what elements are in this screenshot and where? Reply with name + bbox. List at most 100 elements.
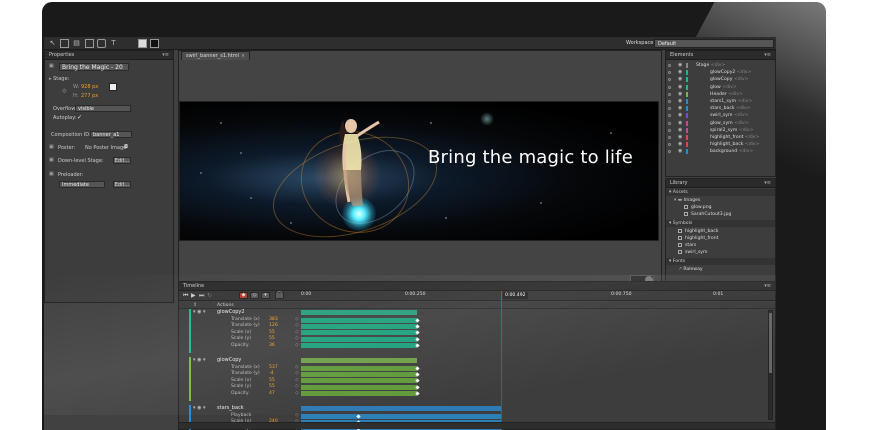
text-tool-icon[interactable]: T bbox=[109, 39, 118, 48]
keyframe[interactable] bbox=[415, 385, 420, 390]
expand-toggle-icon[interactable]: ▾ ◉ ▾ bbox=[193, 309, 206, 316]
property-track[interactable] bbox=[301, 384, 417, 390]
rounded-rectangle-tool-icon[interactable] bbox=[97, 39, 106, 48]
lock-toggle-icon[interactable] bbox=[668, 78, 671, 82]
lock-toggle-icon[interactable] bbox=[668, 71, 671, 75]
element-row[interactable]: ◉ highlight_back <div> bbox=[666, 141, 775, 148]
element-row[interactable]: ◉ swirl_sym <div> bbox=[666, 112, 775, 119]
easing-button[interactable]: ⌒ bbox=[275, 292, 284, 299]
add-keyframe-icon[interactable]: ◇ bbox=[295, 317, 299, 323]
keyframe[interactable] bbox=[415, 337, 420, 342]
transform-tool-icon[interactable] bbox=[60, 39, 69, 48]
element-row[interactable]: ◉ spiral2_sym <div> bbox=[666, 127, 775, 134]
add-keyframe-icon[interactable]: ◇ bbox=[295, 330, 299, 336]
overflow-select[interactable]: visible bbox=[75, 105, 131, 112]
lock-toggle-icon[interactable] bbox=[668, 64, 671, 67]
property-track[interactable] bbox=[301, 413, 501, 419]
visibility-eye-icon[interactable]: ◉ bbox=[678, 134, 682, 141]
element-row[interactable]: ◉ Stage <div> bbox=[666, 62, 775, 69]
property-track[interactable] bbox=[301, 365, 417, 371]
workspace-select[interactable]: Default bbox=[654, 39, 774, 48]
property-row[interactable]: Opacity 36 bbox=[231, 343, 311, 349]
auto-transition-button[interactable]: ◇ bbox=[250, 292, 259, 299]
select-tool-icon[interactable]: ↖ bbox=[48, 39, 57, 48]
lock-toggle-icon[interactable] bbox=[668, 107, 671, 111]
symbols-section[interactable]: ▾ Symbols bbox=[666, 220, 775, 227]
image-asset[interactable]: glow.png bbox=[684, 204, 712, 211]
lock-toggle-icon[interactable] bbox=[668, 143, 671, 147]
element-row[interactable]: ◉ background <div> bbox=[666, 148, 775, 155]
panel-menu-icon[interactable]: ▾≡ bbox=[162, 51, 169, 60]
property-track[interactable] bbox=[301, 323, 417, 329]
go-to-start-icon[interactable]: ⏮ bbox=[183, 292, 188, 300]
add-keyframe-icon[interactable]: ◇ bbox=[295, 378, 299, 384]
visibility-eye-icon[interactable]: ◉ bbox=[678, 62, 682, 69]
playhead[interactable] bbox=[501, 291, 502, 430]
property-track[interactable] bbox=[301, 343, 417, 349]
w-value[interactable]: 928 px bbox=[81, 84, 98, 90]
keyframe[interactable] bbox=[415, 343, 420, 348]
property-value[interactable]: 55 bbox=[269, 336, 275, 342]
add-keyframe-icon[interactable]: ◇ bbox=[295, 384, 299, 390]
keyframe[interactable] bbox=[415, 317, 420, 323]
timeline-element-name[interactable]: glowCopy2 bbox=[217, 309, 245, 316]
symbol-item[interactable]: highlight_back bbox=[678, 228, 718, 235]
down-level-edit-button[interactable]: Edit... bbox=[113, 157, 131, 164]
property-value[interactable]: 55 bbox=[269, 378, 275, 384]
property-value[interactable]: 126 bbox=[269, 323, 278, 329]
time-ruler[interactable]: 0:00 0:00.250 0:00.750 0:01 bbox=[301, 291, 775, 301]
visibility-eye-icon[interactable]: ◉ bbox=[678, 120, 682, 127]
expand-toggle-icon[interactable]: ▾ ◉ ▾ bbox=[193, 405, 206, 412]
banner-headline[interactable]: Bring the magic to life bbox=[428, 147, 633, 168]
property-track[interactable] bbox=[301, 317, 417, 323]
visibility-eye-icon[interactable]: ◉ bbox=[678, 141, 682, 148]
property-row[interactable]: Scale (x) 55 bbox=[231, 330, 311, 336]
lock-toggle-icon[interactable] bbox=[668, 150, 671, 154]
playhead-time[interactable]: 0:00.492 bbox=[503, 292, 528, 299]
add-keyframe-icon[interactable]: ◇ bbox=[295, 413, 299, 419]
visibility-eye-icon[interactable]: ◉ bbox=[678, 127, 682, 134]
symbol-item[interactable]: highlight_front bbox=[678, 235, 718, 242]
timeline-element-name[interactable]: stars_back bbox=[217, 405, 244, 412]
add-keyframe-icon[interactable]: ◇ bbox=[295, 365, 299, 371]
lock-toggle-icon[interactable] bbox=[668, 100, 671, 103]
go-to-end-icon[interactable]: ⏭ bbox=[199, 292, 204, 300]
property-value[interactable]: 36 bbox=[269, 343, 275, 349]
stage-color-swatch[interactable] bbox=[109, 83, 117, 91]
visibility-eye-icon[interactable]: ◉ bbox=[678, 98, 682, 105]
preloader-edit-button[interactable]: Edit... bbox=[113, 181, 131, 188]
pin-icon[interactable]: ▾ bbox=[261, 292, 270, 299]
stage-canvas[interactable]: Bring the magic to life bbox=[179, 101, 659, 241]
property-value[interactable]: 55 bbox=[269, 384, 275, 390]
add-keyframe-icon[interactable]: ◇ bbox=[295, 336, 299, 342]
symbol-item[interactable]: stars bbox=[678, 242, 696, 249]
element-row[interactable]: ◉ Header <div> bbox=[666, 91, 775, 98]
preloader-select[interactable]: Immediate bbox=[59, 181, 105, 188]
property-track[interactable] bbox=[301, 330, 417, 336]
property-value[interactable]: -4 bbox=[269, 371, 274, 377]
visibility-eye-icon[interactable]: ◉ bbox=[678, 91, 682, 98]
composition-id-input[interactable]: banner_a1 bbox=[90, 131, 132, 138]
play-icon[interactable]: ▶ bbox=[191, 292, 196, 300]
visibility-eye-icon[interactable]: ◉ bbox=[678, 76, 682, 83]
font-item[interactable]: ↗ Raleway bbox=[678, 266, 703, 273]
visibility-eye-icon[interactable]: ◉ bbox=[678, 105, 682, 112]
h-value[interactable]: 277 px bbox=[81, 93, 98, 99]
add-keyframe-icon[interactable]: ◇ bbox=[295, 371, 299, 377]
element-track[interactable] bbox=[301, 358, 417, 363]
element-row[interactable]: ◉ stars_back <div> bbox=[666, 105, 775, 112]
lock-toggle-icon[interactable] bbox=[668, 85, 671, 89]
assets-section[interactable]: ▾ Assets bbox=[666, 189, 775, 196]
rectangle-tool-icon[interactable] bbox=[85, 39, 94, 48]
image-asset[interactable]: SarahCutout3.jpg bbox=[684, 211, 731, 218]
add-keyframe-icon[interactable]: ◇ bbox=[295, 343, 299, 349]
clipping-tool-icon[interactable]: ▤ bbox=[72, 39, 81, 48]
property-value[interactable]: 47 bbox=[269, 391, 275, 397]
border-color-swatch[interactable] bbox=[150, 39, 159, 48]
property-row[interactable]: Scale (y) 55 bbox=[231, 384, 311, 390]
tab-close-icon[interactable]: × bbox=[241, 53, 245, 59]
timeline-element-name[interactable]: glowCopy bbox=[217, 357, 241, 364]
keyframe[interactable] bbox=[415, 372, 420, 377]
element-row[interactable]: ◉ glow <div> bbox=[666, 84, 775, 91]
property-track[interactable] bbox=[301, 378, 417, 384]
